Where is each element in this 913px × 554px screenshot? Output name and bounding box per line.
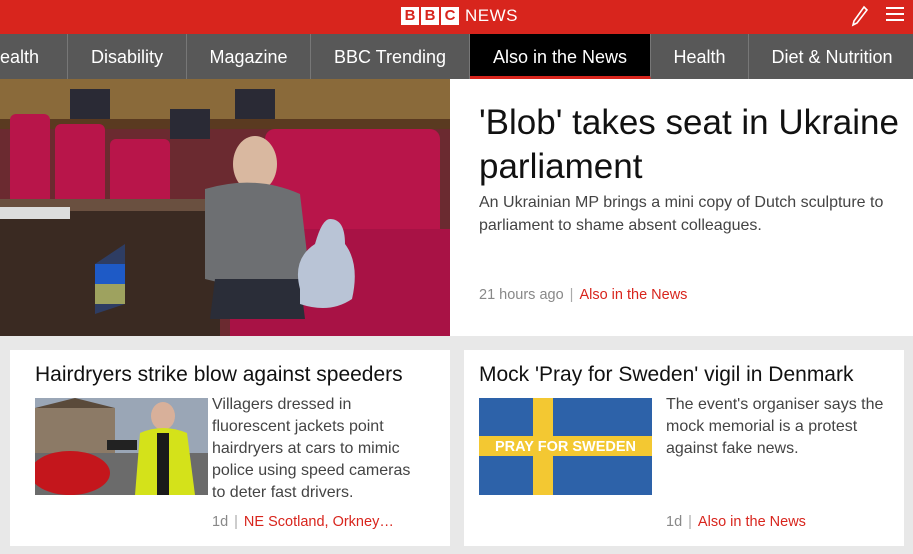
pencil-icon[interactable]	[850, 5, 870, 27]
hero-section-link[interactable]: Also in the News	[579, 287, 687, 303]
top-bar: B B C NEWS	[0, 0, 913, 34]
tab-disability[interactable]: Disability	[68, 34, 187, 79]
card-summary: The event's organiser says the mock memo…	[666, 396, 884, 457]
image-caption-text: PRAY FOR SWEDEN	[495, 439, 636, 455]
section-nav: ealth Disability Magazine BBC Trending A…	[0, 34, 913, 79]
card-section-link[interactable]: NE Scotland, Orkney…	[244, 514, 394, 530]
card-meta: 1d | NE Scotland, Orkney…	[212, 514, 394, 530]
hero-meta: 21 hours ago | Also in the News	[479, 287, 688, 303]
hero-timestamp: 21 hours ago	[479, 287, 564, 303]
hero-image[interactable]	[0, 79, 450, 336]
hero-story[interactable]: 'Blob' takes seat in Ukraine parliament …	[450, 79, 913, 336]
tab-diet-nutrition[interactable]: Diet & Nutrition	[749, 34, 913, 79]
tab-bbc-trending[interactable]: BBC Trending	[311, 34, 470, 79]
card-summary: Villagers dressed in fluorescent jackets…	[212, 396, 411, 501]
story-card-hairdryers[interactable]: Hairdryers strike blow against speeders …	[10, 350, 450, 546]
card-section-link[interactable]: Also in the News	[698, 514, 806, 530]
tab-also-in-the-news[interactable]: Also in the News	[470, 34, 651, 79]
logo-letter-b2: B	[421, 7, 439, 25]
card-headline[interactable]: Mock 'Pray for Sweden' vigil in Denmark	[479, 362, 853, 388]
card-headline[interactable]: Hairdryers strike blow against speeders	[35, 362, 403, 388]
menu-icon[interactable]	[886, 7, 904, 25]
bbc-news-logo[interactable]: B B C NEWS	[401, 6, 518, 26]
card-timestamp: 1d	[212, 514, 229, 530]
hero-headline[interactable]: 'Blob' takes seat in Ukraine parliament	[479, 101, 899, 189]
tab-health-partial[interactable]: ealth	[0, 34, 68, 79]
logo-letter-c: C	[441, 7, 459, 25]
parliament-photo	[0, 79, 450, 336]
card-image[interactable]	[35, 398, 208, 495]
hero-summary: An Ukrainian MP brings a mini copy of Du…	[479, 194, 884, 234]
story-card-pray-for-sweden[interactable]: Mock 'Pray for Sweden' vigil in Denmark …	[464, 350, 904, 546]
tab-magazine[interactable]: Magazine	[187, 34, 311, 79]
card-image[interactable]: PRAY FOR SWEDEN	[479, 398, 652, 495]
tab-health[interactable]: Health	[651, 34, 749, 79]
logo-letter-b1: B	[401, 7, 419, 25]
card-timestamp: 1d	[666, 514, 683, 530]
logo-word: NEWS	[465, 6, 518, 25]
card-meta: 1d | Also in the News	[666, 514, 806, 530]
